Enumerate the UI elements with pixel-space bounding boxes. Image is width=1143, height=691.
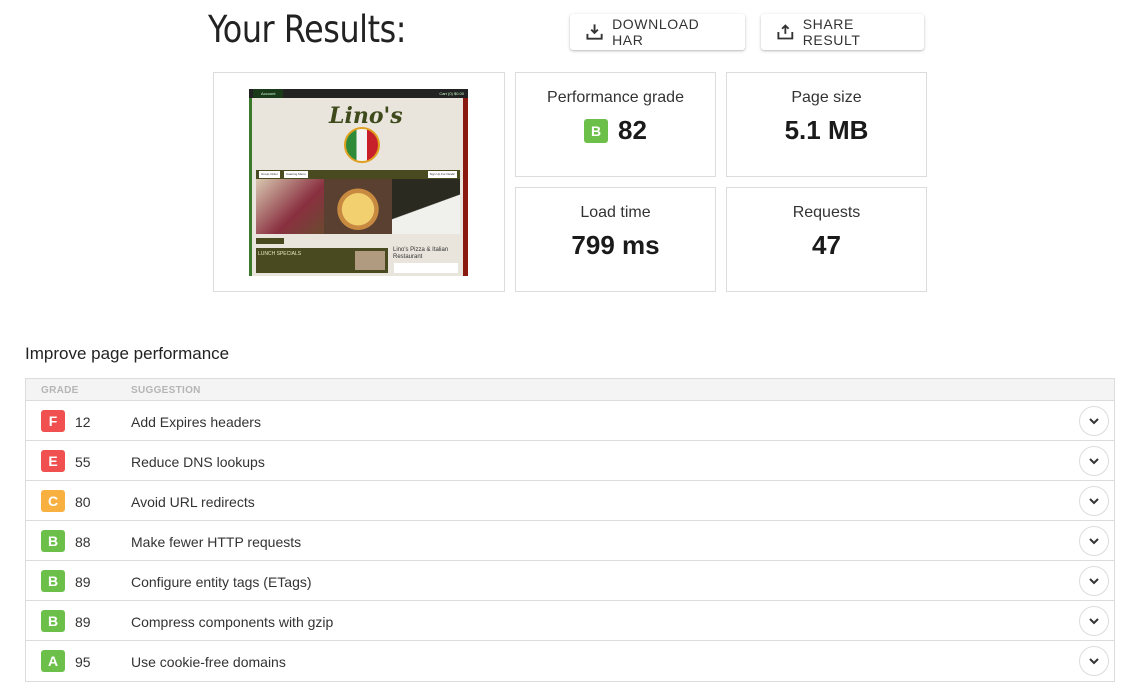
grade-score: 80 — [75, 494, 91, 510]
download-har-label: DOWNLOAD HAR — [612, 16, 700, 48]
preview-side-stripe-left — [249, 98, 252, 276]
table-row[interactable]: A 95 Use cookie-free domains — [26, 641, 1114, 681]
share-result-label: SHARE RESULT — [802, 16, 861, 48]
preview-lunch-specials: LUNCH SPECIALS — [256, 248, 388, 273]
requests-card: Requests 47 — [726, 187, 927, 292]
preview-expand-menu — [256, 238, 284, 244]
requests-label: Requests — [792, 204, 861, 221]
improve-section-title: Improve page performance — [25, 344, 230, 363]
expand-row-button[interactable] — [1079, 406, 1109, 436]
chevron-down-icon — [1089, 417, 1099, 424]
grade-score: 89 — [75, 574, 91, 590]
upload-icon — [777, 24, 794, 40]
page-title: Your Results: — [208, 8, 407, 51]
chevron-down-icon — [1089, 457, 1099, 464]
download-har-button[interactable]: DOWNLOAD HAR — [570, 14, 745, 50]
chevron-down-icon — [1089, 577, 1099, 584]
preview-address-box — [394, 263, 458, 273]
suggestion-text: Use cookie-free domains — [131, 654, 286, 670]
column-header-grade: GRADE — [41, 385, 79, 396]
load-time-label: Load time — [580, 204, 651, 221]
grade-badge: B — [41, 610, 65, 632]
chevron-down-icon — [1089, 657, 1099, 664]
preview-logo: Lino's — [329, 103, 403, 129]
share-result-button[interactable]: SHARE RESULT — [761, 14, 924, 50]
page-size-card: Page size 5.1 MB — [726, 72, 927, 177]
expand-row-button[interactable] — [1079, 526, 1109, 556]
grade-badge: E — [41, 450, 65, 472]
preview-side-stripe-right — [463, 98, 468, 276]
suggestion-text: Configure entity tags (ETags) — [131, 574, 312, 590]
table-row[interactable]: E 55 Reduce DNS lookups — [26, 441, 1114, 481]
suggestion-text: Add Expires headers — [131, 414, 261, 430]
table-row[interactable]: B 89 Configure entity tags (ETags) — [26, 561, 1114, 601]
preview-cart: Cart (0) $0.00 — [439, 91, 464, 96]
expand-row-button[interactable] — [1079, 646, 1109, 676]
preview-chef-emblem — [344, 127, 380, 163]
performance-grade-card: Performance grade B 82 — [515, 72, 716, 177]
page-screenshot-preview: Account Cart (0) $0.00 Lino's Group Orde… — [213, 72, 505, 292]
grade-score: 55 — [75, 454, 91, 470]
load-time-value: 799 ms — [571, 230, 660, 260]
grade-score: 95 — [75, 654, 91, 670]
chevron-down-icon — [1089, 497, 1099, 504]
preview-navbar: Group Order Catering Menu Sign Up For De… — [256, 170, 460, 179]
requests-value: 47 — [812, 230, 841, 260]
chevron-down-icon — [1089, 617, 1099, 624]
download-icon — [586, 24, 603, 40]
table-row[interactable]: C 80 Avoid URL redirects — [26, 481, 1114, 521]
preview-account: Account — [253, 89, 284, 98]
suggestion-text: Compress components with gzip — [131, 614, 334, 630]
preview-nav-item: Sign Up For Deals! — [427, 171, 457, 178]
page-size-value: 5.1 MB — [784, 115, 869, 145]
table-row[interactable]: B 88 Make fewer HTTP requests — [26, 521, 1114, 561]
performance-grade-value: 82 — [618, 115, 647, 145]
preview-restaurant-name: Lino's Pizza & Italian Restaurant — [393, 247, 449, 260]
load-time-card: Load time 799 ms — [515, 187, 716, 292]
grade-badge: F — [41, 410, 65, 432]
column-header-suggestion: SUGGESTION — [131, 385, 201, 396]
suggestions-table: GRADE SUGGESTION F 12 Add Expires headers E… — [25, 378, 1115, 682]
page-size-label: Page size — [791, 89, 862, 106]
grade-score: 12 — [75, 414, 91, 430]
grade-badge: A — [41, 650, 65, 672]
grade-badge: B — [41, 530, 65, 552]
table-row[interactable]: F 12 Add Expires headers — [26, 401, 1114, 441]
suggestion-text: Reduce DNS lookups — [131, 454, 265, 470]
performance-grade-badge: B — [584, 118, 609, 143]
website-screenshot: Account Cart (0) $0.00 Lino's Group Orde… — [249, 89, 468, 276]
performance-grade-label: Performance grade — [547, 89, 684, 106]
table-row[interactable]: B 89 Compress components with gzip — [26, 601, 1114, 641]
table-header: GRADE SUGGESTION — [26, 379, 1114, 401]
chevron-down-icon — [1089, 537, 1099, 544]
expand-row-button[interactable] — [1079, 446, 1109, 476]
suggestion-text: Avoid URL redirects — [131, 494, 255, 510]
expand-row-button[interactable] — [1079, 606, 1109, 636]
expand-row-button[interactable] — [1079, 566, 1109, 596]
preview-photo-banner — [256, 179, 460, 234]
grade-score: 88 — [75, 534, 91, 550]
suggestion-text: Make fewer HTTP requests — [131, 534, 302, 550]
grade-badge: B — [41, 570, 65, 592]
preview-nav-item: Group Order — [259, 171, 280, 178]
preview-topbar: Account Cart (0) $0.00 — [249, 89, 468, 98]
grade-score: 89 — [75, 614, 91, 630]
grade-badge: C — [41, 490, 65, 512]
expand-row-button[interactable] — [1079, 486, 1109, 516]
preview-nav-item: Catering Menu — [284, 171, 308, 178]
